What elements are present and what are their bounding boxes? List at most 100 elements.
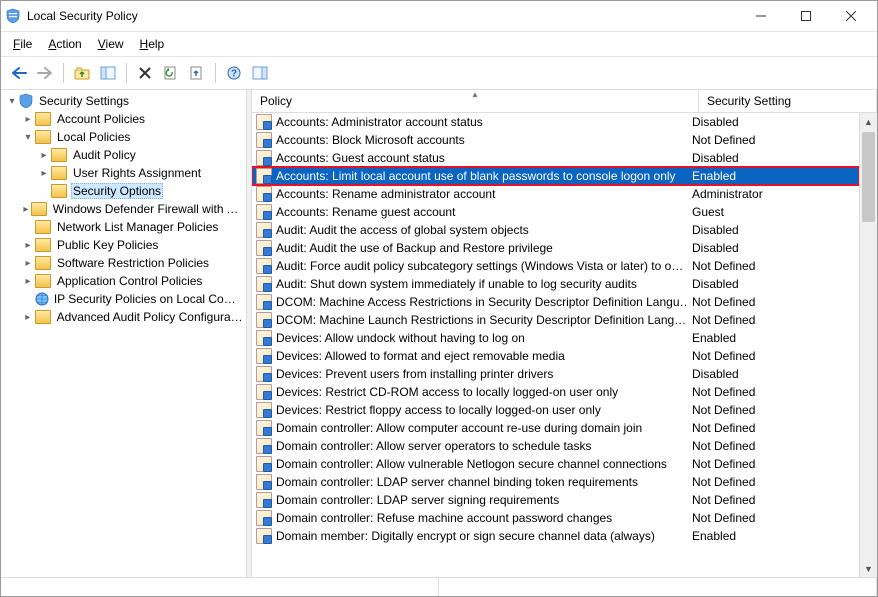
scroll-down-button[interactable]: ▼: [860, 560, 877, 577]
policy-row[interactable]: Accounts: Administrator account status Di…: [252, 113, 859, 131]
policy-value: Not Defined: [686, 385, 859, 399]
policy-value: Not Defined: [686, 403, 859, 417]
expand-icon[interactable]: ▸: [21, 310, 35, 324]
show-hide-tree-button[interactable]: [96, 61, 120, 85]
forward-button[interactable]: [33, 61, 57, 85]
policy-icon: [256, 348, 272, 364]
column-setting[interactable]: Security Setting: [699, 90, 877, 112]
policy-icon: [256, 330, 272, 346]
policy-row[interactable]: Domain member: Digitally encrypt or sign…: [252, 527, 859, 545]
policy-row[interactable]: Audit: Shut down system immediately if u…: [252, 275, 859, 293]
policy-icon: [256, 240, 272, 256]
expand-icon[interactable]: ▸: [21, 256, 35, 270]
export-button[interactable]: [185, 61, 209, 85]
statusbar: [1, 577, 877, 596]
up-button[interactable]: [70, 61, 94, 85]
policy-row[interactable]: Domain controller: Allow server operator…: [252, 437, 859, 455]
tree-item[interactable]: ▸Account Policies: [1, 110, 246, 128]
policy-row[interactable]: Devices: Restrict CD-ROM access to local…: [252, 383, 859, 401]
close-button[interactable]: [828, 1, 873, 31]
tree-item[interactable]: ▾ Local Policies: [1, 128, 246, 146]
policy-row[interactable]: Accounts: Limit local account use of bla…: [252, 167, 859, 185]
tree-item[interactable]: IP Security Policies on Local Computer: [1, 290, 246, 308]
policy-row[interactable]: Domain controller: Refuse machine accoun…: [252, 509, 859, 527]
folder-icon: [35, 274, 51, 288]
expand-icon[interactable]: ▸: [37, 148, 51, 162]
policy-row[interactable]: Audit: Force audit policy subcategory se…: [252, 257, 859, 275]
folder-icon: [35, 220, 51, 234]
tree-item[interactable]: ▸ Software Restriction Policies: [1, 254, 246, 272]
policy-icon: [256, 492, 272, 508]
scroll-track[interactable]: [860, 130, 877, 560]
tree-item[interactable]: ▸Public Key Policies: [1, 236, 246, 254]
svg-text:?: ?: [231, 69, 237, 80]
tree-item[interactable]: ▾Security Settings: [1, 92, 246, 110]
policy-icon: [256, 456, 272, 472]
policy-row[interactable]: Domain controller: LDAP server channel b…: [252, 473, 859, 491]
policy-row[interactable]: Audit: Audit the access of global system…: [252, 221, 859, 239]
list-body[interactable]: Accounts: Administrator account status Di…: [252, 113, 859, 577]
vertical-scrollbar[interactable]: ▲ ▼: [859, 113, 877, 577]
collapse-icon[interactable]: ▾: [5, 94, 19, 108]
back-button[interactable]: [7, 61, 31, 85]
tree-item-label: IP Security Policies on Local Computer: [52, 292, 246, 306]
tree-pane[interactable]: ▾Security Settings▸Account Policies ▾ Loca…: [1, 90, 246, 577]
tree-item[interactable]: Network List Manager Policies: [1, 218, 246, 236]
tree-item[interactable]: ▸User Rights Assignment: [1, 164, 246, 182]
maximize-button[interactable]: [783, 1, 828, 31]
policy-row[interactable]: Accounts: Rename administrator accountAd…: [252, 185, 859, 203]
expand-icon[interactable]: ▸: [21, 238, 35, 252]
menu-help[interactable]: Help: [134, 36, 171, 52]
expand-icon[interactable]: ▸: [21, 202, 31, 216]
expand-icon[interactable]: ▸: [37, 166, 51, 180]
policy-name: Domain controller: Refuse machine accoun…: [276, 511, 612, 525]
refresh-button[interactable]: [159, 61, 183, 85]
policy-value: Not Defined: [686, 133, 859, 147]
policy-row[interactable]: Domain controller: LDAP server signing r…: [252, 491, 859, 509]
policy-row[interactable]: DCOM: Machine Launch Restrictions in Sec…: [252, 311, 859, 329]
policy-value: Disabled: [686, 241, 859, 255]
tree-item-label: Windows Defender Firewall with Advanced …: [51, 202, 246, 216]
tree-item[interactable]: Security Options: [1, 182, 246, 200]
policy-row[interactable]: DCOM: Machine Access Restrictions in Sec…: [252, 293, 859, 311]
expand-icon[interactable]: ▸: [21, 274, 35, 288]
policy-row[interactable]: Domain controller: Allow computer accoun…: [252, 419, 859, 437]
window-title: Local Security Policy: [27, 9, 738, 23]
folder-icon: [51, 184, 67, 198]
folder-icon: [35, 130, 51, 144]
scroll-thumb[interactable]: [862, 132, 875, 222]
policy-name: Accounts: Administrator account status: [276, 115, 483, 129]
folder-icon: [51, 148, 67, 162]
collapse-icon[interactable]: ▾: [21, 130, 35, 144]
expand-icon[interactable]: ▸: [21, 112, 35, 126]
policy-row[interactable]: Accounts: Block Microsoft accountsNot De…: [252, 131, 859, 149]
policy-row[interactable]: Accounts: Rename guest accountGuest: [252, 203, 859, 221]
policy-row[interactable]: Accounts: Guest account statusDisabled: [252, 149, 859, 167]
window: Local Security Policy File Action View H…: [0, 0, 878, 597]
show-hide-action-button[interactable]: [248, 61, 272, 85]
minimize-button[interactable]: [738, 1, 783, 31]
tree-item[interactable]: ▸ Windows Defender Firewall with Advanced…: [1, 200, 246, 218]
tree-item-label: Audit Policy: [71, 148, 138, 162]
tree-item[interactable]: ▸Advanced Audit Policy Configuration: [1, 308, 246, 326]
column-policy[interactable]: Policy ▴: [252, 90, 699, 112]
help-button[interactable]: ?: [222, 61, 246, 85]
tree-item-label: Software Restriction Policies: [55, 256, 211, 270]
policy-row[interactable]: Devices: Prevent users from installing p…: [252, 365, 859, 383]
menu-file[interactable]: File: [7, 36, 38, 52]
tree-item-label: Local Policies: [55, 130, 132, 144]
menu-action[interactable]: Action: [42, 36, 87, 52]
policy-row[interactable]: Audit: Audit the use of Backup and Resto…: [252, 239, 859, 257]
policy-row[interactable]: Devices: Allowed to format and eject rem…: [252, 347, 859, 365]
policy-value: Disabled: [686, 115, 859, 129]
policy-row[interactable]: Devices: Allow undock without having to …: [252, 329, 859, 347]
policy-name: DCOM: Machine Launch Restrictions in Sec…: [276, 313, 686, 327]
policy-row[interactable]: Devices: Restrict floppy access to local…: [252, 401, 859, 419]
policy-value: Not Defined: [686, 493, 859, 507]
tree-item[interactable]: ▸Application Control Policies: [1, 272, 246, 290]
menu-view[interactable]: View: [92, 36, 130, 52]
scroll-up-button[interactable]: ▲: [860, 113, 877, 130]
policy-row[interactable]: Domain controller: Allow vulnerable Netl…: [252, 455, 859, 473]
tree-item[interactable]: ▸ Audit Policy: [1, 146, 246, 164]
delete-button[interactable]: [133, 61, 157, 85]
